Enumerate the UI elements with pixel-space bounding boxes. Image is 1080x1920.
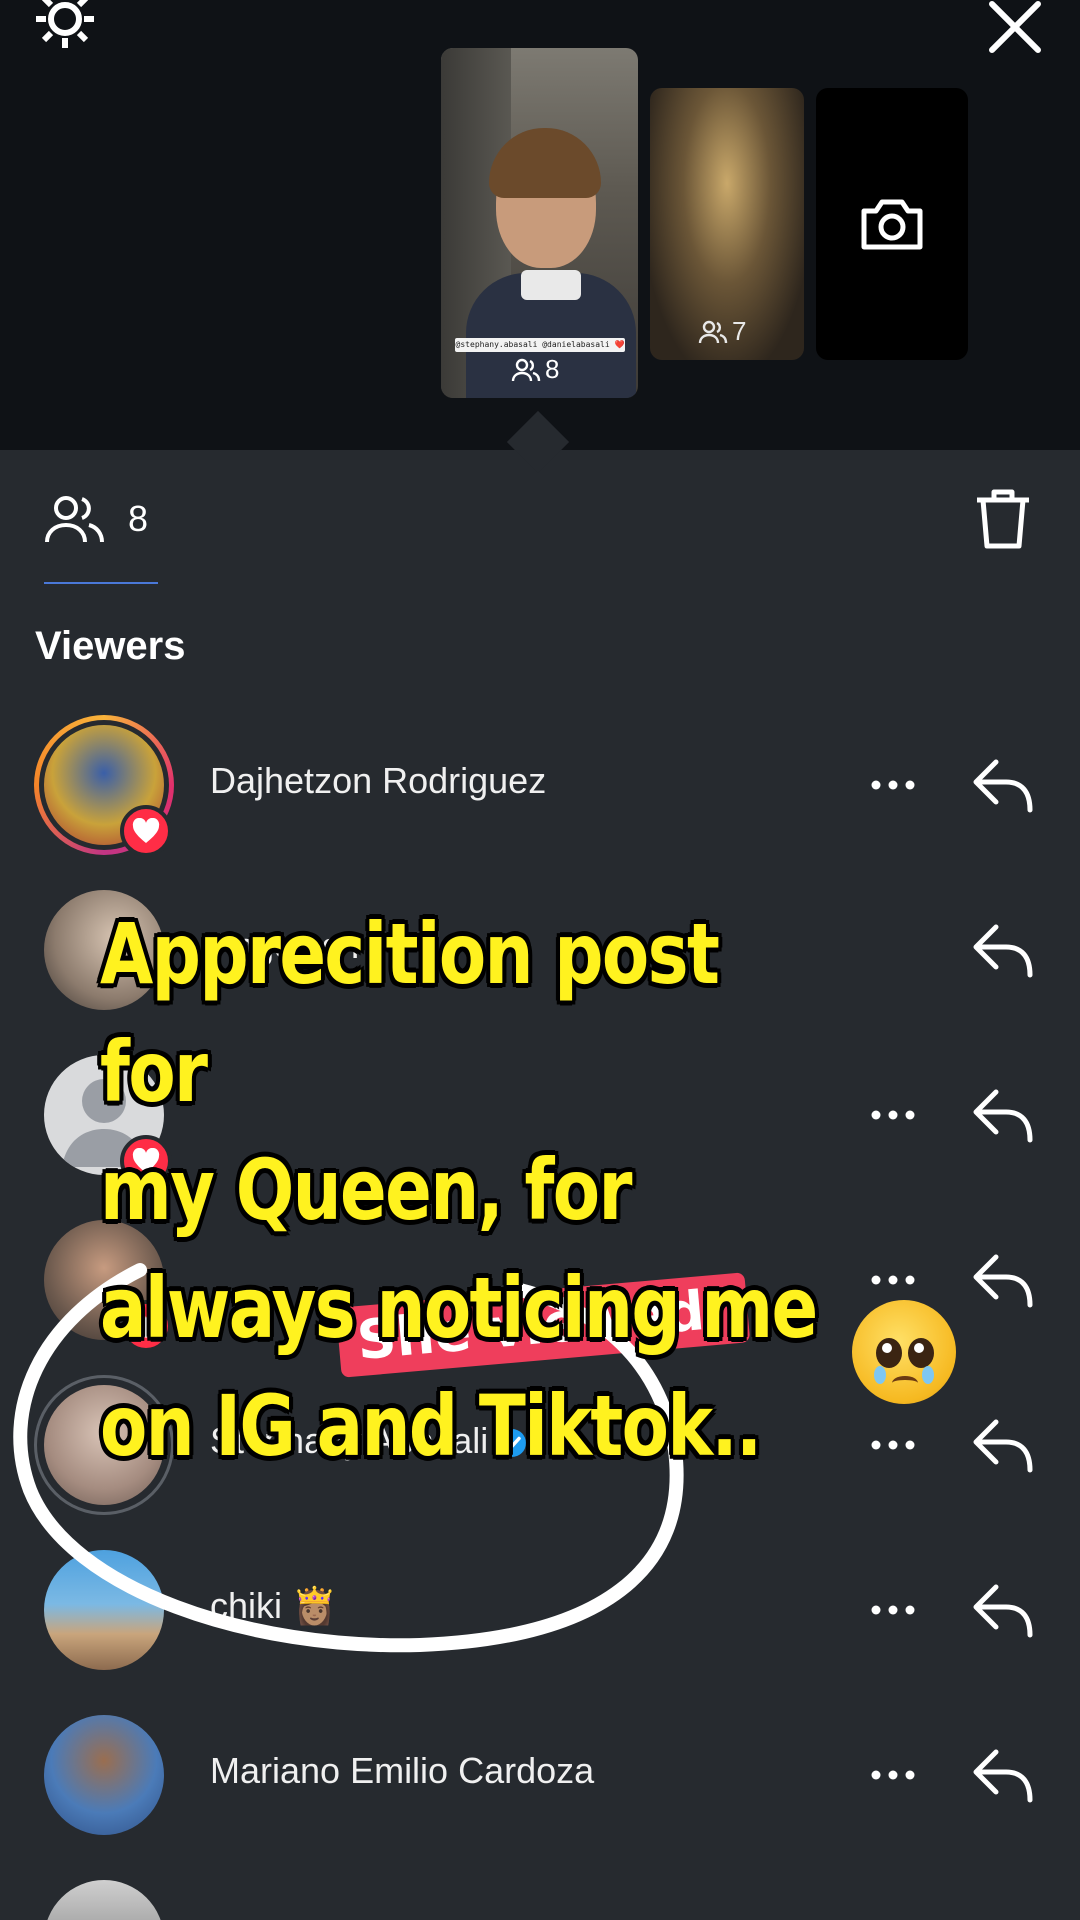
section-title: Viewers [35,624,186,668]
story-viewer-count: 7 [698,316,746,347]
overlay-caption: Apprecition post for my Queen, for alway… [100,905,818,1475]
people-icon [511,358,541,381]
viewer-tab-row: 8 [0,480,1080,584]
tab-underline [44,582,158,584]
pleading-face-emoji-icon [852,1300,956,1404]
more-options-icon[interactable] [868,1265,918,1295]
reply-arrow-icon[interactable] [968,1742,1038,1808]
tab-viewers[interactable]: 8 [44,492,148,546]
reply-arrow-icon[interactable] [968,917,1038,983]
story-viewer-count: 8 [511,354,559,385]
viewer-name[interactable]: Dajhetzon Rodriguez [210,760,546,802]
add-story-camera-button[interactable] [816,88,968,360]
more-options-icon[interactable] [868,1430,918,1460]
viewer-row[interactable] [0,1865,1080,1920]
reply-arrow-icon[interactable] [968,752,1038,818]
more-options-icon[interactable] [868,1760,918,1790]
reply-arrow-icon[interactable] [968,1082,1038,1148]
story-thumbnail-selected[interactable]: @stephany.abasali @danielabasali ❤️ 8 [441,48,638,398]
heart-icon [120,805,172,857]
more-options-icon[interactable] [868,1100,918,1130]
avatar[interactable] [44,1715,164,1835]
story-thumbnail[interactable]: 7 [650,88,804,360]
reply-arrow-icon[interactable] [968,1247,1038,1313]
more-options-icon[interactable] [868,770,918,800]
avatar[interactable] [44,1880,164,1920]
story-strip: @stephany.abasali @danielabasali ❤️ 8 7 [0,0,1080,450]
people-icon [698,320,728,343]
tab-viewer-count: 8 [128,498,149,539]
trash-icon[interactable] [972,486,1034,552]
close-icon[interactable] [980,0,1050,62]
more-options-icon[interactable] [868,1595,918,1625]
people-icon [45,496,104,543]
reply-arrow-icon[interactable] [968,1412,1038,1478]
settings-gear-icon[interactable] [30,0,100,54]
viewer-row[interactable]: Mariano Emilio Cardoza [0,1700,1080,1850]
reply-arrow-icon[interactable] [968,1577,1038,1643]
viewer-row[interactable]: Dajhetzon Rodriguez [0,710,1080,860]
camera-icon [861,199,923,250]
story-mention-text: @stephany.abasali @danielabasali ❤️ [455,338,625,352]
story-viewers-screen: @stephany.abasali @danielabasali ❤️ 8 7 … [0,0,1080,1920]
viewer-name[interactable]: Mariano Emilio Cardoza [210,1750,594,1792]
